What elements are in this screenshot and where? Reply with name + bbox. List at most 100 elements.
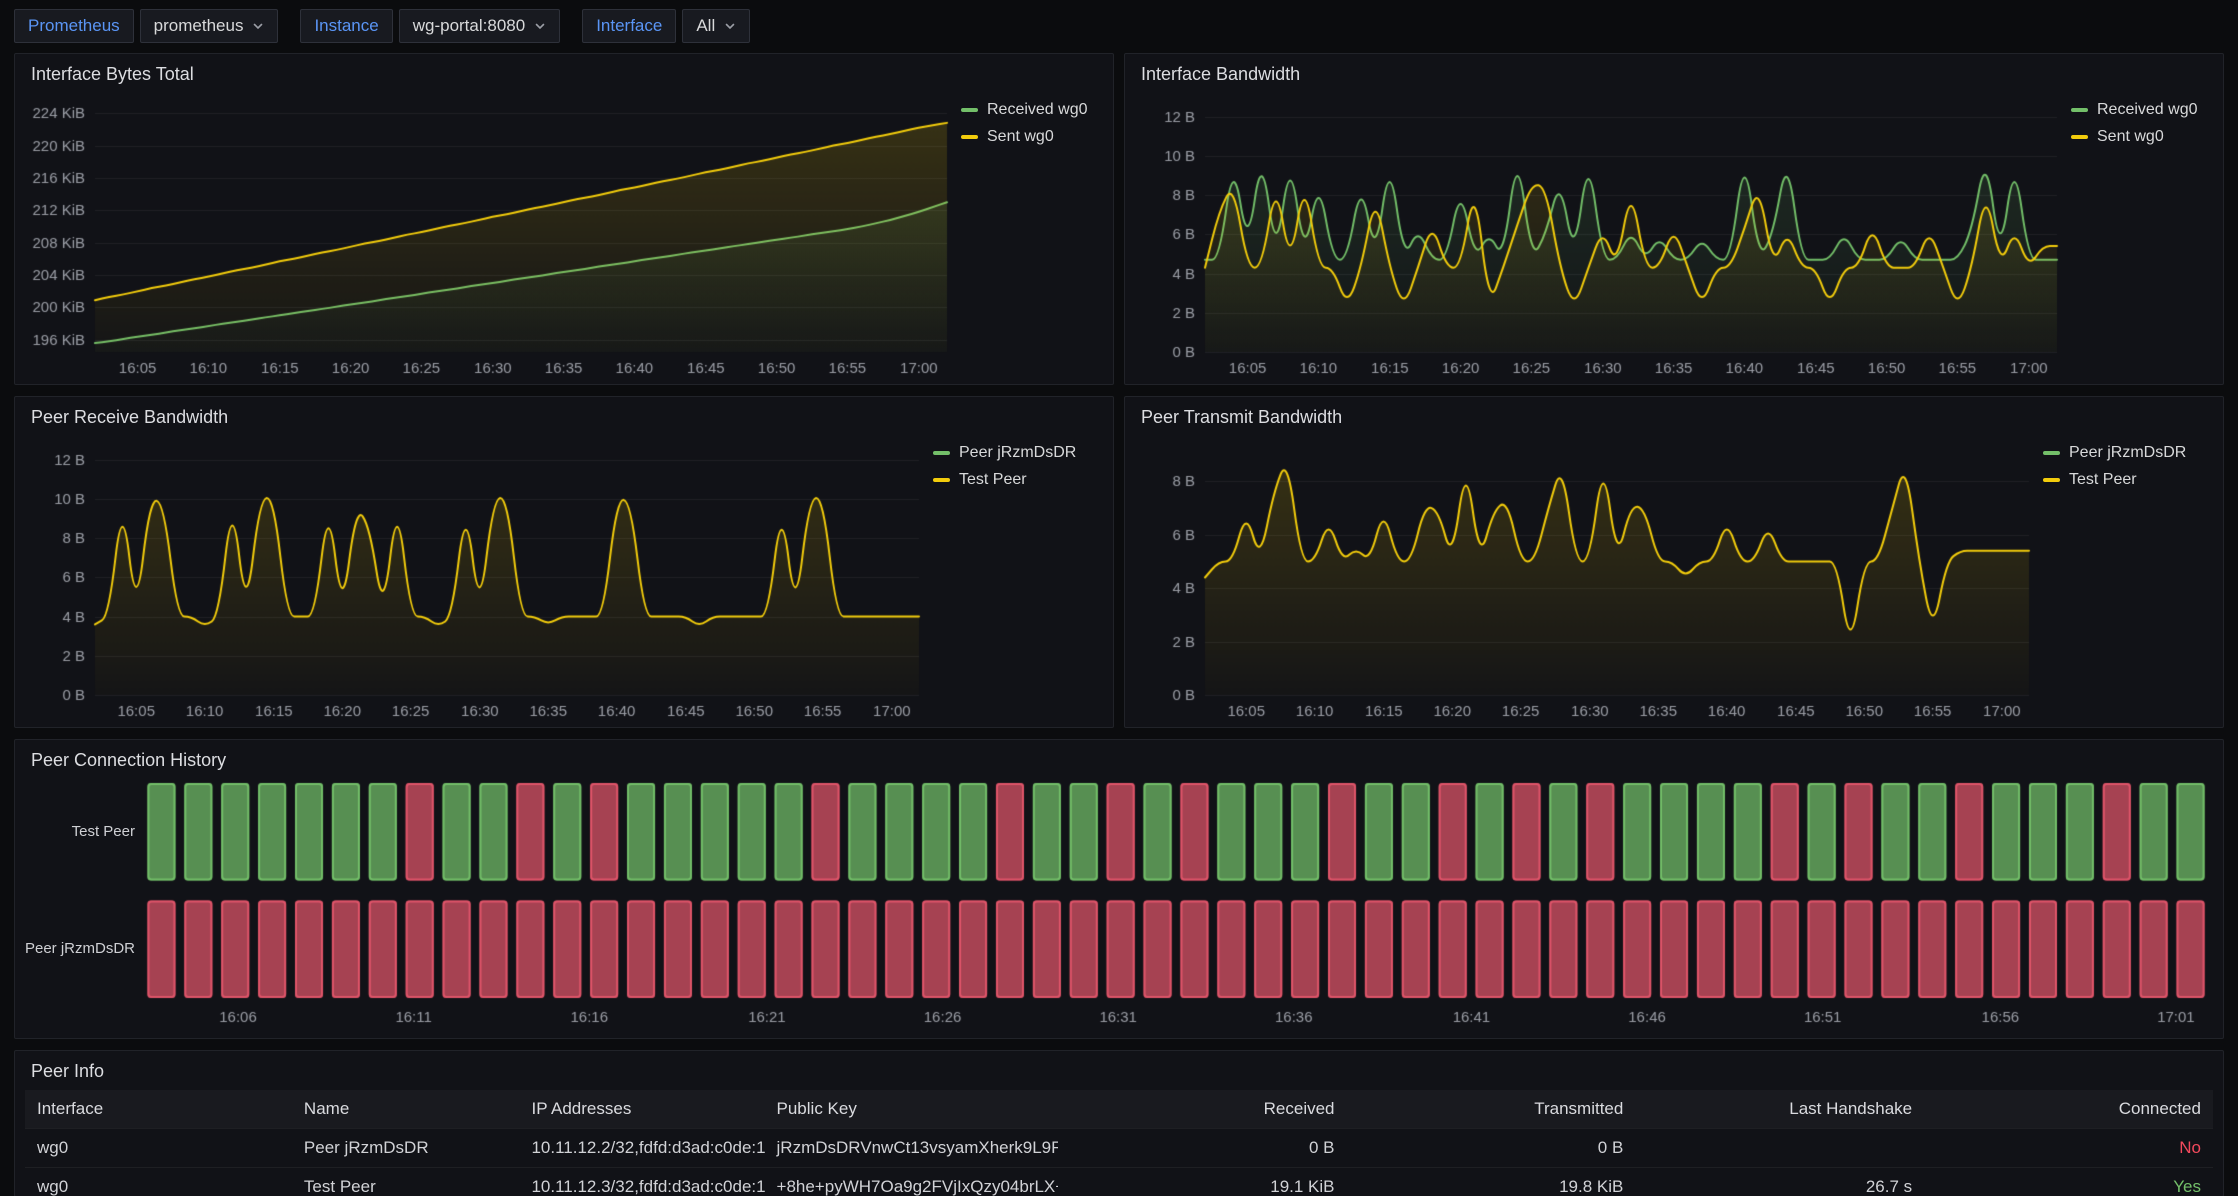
panel-body: Test Peer Peer jRzmDsDR [15, 773, 2223, 1038]
table-cell: 0 B [1347, 1129, 1636, 1167]
chevron-down-icon [724, 20, 736, 32]
legend-label: Sent wg0 [987, 128, 1054, 146]
timeline-row-label: Test Peer [23, 823, 135, 840]
legend-item[interactable]: Peer jRzmDsDR [2043, 444, 2213, 462]
panel-peer-receive-bandwidth: Peer Receive Bandwidth Peer jRzmDsDR Test… [14, 396, 1114, 728]
panel-title[interactable]: Peer Connection History [15, 740, 2223, 773]
variable-value: prometheus [154, 16, 244, 36]
panel-title[interactable]: Peer Info [15, 1051, 2223, 1084]
variable-value: All [696, 16, 715, 36]
table-cell: 19.8 KiB [1347, 1168, 1636, 1196]
table-cell: wg0 [25, 1168, 292, 1196]
panel-row-4: Peer Info InterfaceNameIP AddressesPubli… [0, 1050, 2238, 1196]
legend-label: Received wg0 [987, 101, 1088, 119]
legend-item[interactable]: Sent wg0 [2071, 128, 2213, 146]
series-color-swatch [961, 135, 978, 139]
grafana-dashboard: Prometheus prometheus Instance wg-portal:80… [0, 9, 2238, 1196]
column-header[interactable]: Last Handshake [1635, 1090, 1924, 1128]
panel-body: Peer jRzmDsDR Test Peer [15, 430, 1113, 727]
peer-info-table: InterfaceNameIP AddressesPublic KeyRecei… [25, 1090, 2213, 1196]
panel-row-3: Peer Connection History Test Peer Peer jR… [0, 739, 2238, 1039]
panel-title[interactable]: Peer Transmit Bandwidth [1125, 397, 2223, 430]
toolbar: Prometheus prometheus Instance wg-portal:80… [14, 9, 2224, 43]
variable-label-button[interactable]: Prometheus [14, 9, 134, 43]
time-series-chart[interactable] [21, 430, 927, 725]
panel-body: Peer jRzmDsDR Test Peer [1125, 430, 2223, 727]
table-cell: 0 B [1058, 1129, 1347, 1167]
panel-body: Received wg0 Sent wg0 [1125, 87, 2223, 384]
table-cell [1635, 1139, 1924, 1157]
table-cell: wg0 [25, 1129, 292, 1167]
table-cell: Peer jRzmDsDR [292, 1129, 520, 1167]
variable-value-dropdown[interactable]: prometheus [140, 9, 279, 43]
series-color-swatch [2071, 135, 2088, 139]
column-header[interactable]: Transmitted [1347, 1090, 1636, 1128]
column-header[interactable]: IP Addresses [519, 1090, 764, 1128]
table-row[interactable]: wg0Peer jRzmDsDR10.11.12.2/32,fdfd:d3ad:… [25, 1128, 2213, 1167]
variable-label-button[interactable]: Interface [582, 9, 676, 43]
state-timeline-chart[interactable] [143, 773, 2217, 1036]
connected-status-cell: No [1924, 1129, 2213, 1167]
panel-interface-bandwidth: Interface Bandwidth Received wg0 Sent wg0 [1124, 53, 2224, 385]
panel-peer-connection-history: Peer Connection History Test Peer Peer jR… [14, 739, 2224, 1039]
column-header[interactable]: Connected [1924, 1090, 2213, 1128]
table-cell: 10.11.12.3/32,fdfd:d3ad:c0de:1234::2/128 [519, 1168, 764, 1196]
variable-value-dropdown[interactable]: All [682, 9, 750, 43]
legend: Received wg0 Sent wg0 [955, 87, 1107, 382]
series-color-swatch [2071, 108, 2088, 112]
legend-item[interactable]: Test Peer [2043, 471, 2213, 489]
variable-value: wg-portal:8080 [413, 16, 525, 36]
time-series-chart[interactable] [21, 87, 955, 382]
legend-item[interactable]: Received wg0 [2071, 101, 2213, 119]
table-cell: jRzmDsDRVnwCt13vsyamXherk9L9RhR [765, 1129, 1058, 1167]
panel-interface-bytes-total: Interface Bytes Total Received wg0 Sent w… [14, 53, 1114, 385]
table-cell: 19.1 KiB [1058, 1168, 1347, 1196]
table-cell: +8he+pyWH7Oa9g2FVjIxQzy04brLX+D [765, 1168, 1058, 1196]
variable-value-dropdown[interactable]: wg-portal:8080 [399, 9, 560, 43]
legend: Peer jRzmDsDR Test Peer [2037, 430, 2217, 725]
chevron-down-icon [534, 20, 546, 32]
timeline-row-label: Peer jRzmDsDR [23, 940, 135, 957]
panel-title[interactable]: Peer Receive Bandwidth [15, 397, 1113, 430]
panel-row-1: Interface Bytes Total Received wg0 Sent w… [0, 53, 2238, 385]
table-cell: Test Peer [292, 1168, 520, 1196]
series-color-swatch [961, 108, 978, 112]
table-header-row: InterfaceNameIP AddressesPublic KeyRecei… [25, 1090, 2213, 1128]
time-series-chart[interactable] [1131, 87, 2065, 382]
panel-title[interactable]: Interface Bandwidth [1125, 54, 2223, 87]
legend-label: Peer jRzmDsDR [2069, 444, 2186, 462]
legend-label: Peer jRzmDsDR [959, 444, 1076, 462]
chevron-down-icon [252, 20, 264, 32]
legend-item[interactable]: Test Peer [933, 471, 1103, 489]
legend-item[interactable]: Sent wg0 [961, 128, 1103, 146]
legend: Peer jRzmDsDR Test Peer [927, 430, 1107, 725]
column-header[interactable]: Received [1058, 1090, 1347, 1128]
series-color-swatch [2043, 478, 2060, 482]
legend-label: Test Peer [2069, 471, 2137, 489]
column-header[interactable]: Interface [25, 1090, 292, 1128]
table-body: wg0Peer jRzmDsDR10.11.12.2/32,fdfd:d3ad:… [25, 1128, 2213, 1196]
panel-row-2: Peer Receive Bandwidth Peer jRzmDsDR Test… [0, 396, 2238, 728]
legend-label: Sent wg0 [2097, 128, 2164, 146]
table-cell: 10.11.12.2/32,fdfd:d3ad:c0de:1234::1/128 [519, 1129, 764, 1167]
connected-status-cell: Yes [1924, 1168, 2213, 1196]
legend-label: Test Peer [959, 471, 1027, 489]
series-color-swatch [933, 478, 950, 482]
panel-body: Received wg0 Sent wg0 [15, 87, 1113, 384]
legend-item[interactable]: Received wg0 [961, 101, 1103, 119]
column-header[interactable]: Public Key [765, 1090, 1058, 1128]
timeline-row-labels: Test Peer Peer jRzmDsDR [21, 773, 143, 1036]
variable-group: Prometheus prometheus [14, 9, 278, 43]
legend-item[interactable]: Peer jRzmDsDR [933, 444, 1103, 462]
variable-label-button[interactable]: Instance [300, 9, 392, 43]
series-color-swatch [2043, 451, 2060, 455]
legend: Received wg0 Sent wg0 [2065, 87, 2217, 382]
column-header[interactable]: Name [292, 1090, 520, 1128]
variable-group: Interface All [582, 9, 750, 43]
panel-peer-transmit-bandwidth: Peer Transmit Bandwidth Peer jRzmDsDR Tes… [1124, 396, 2224, 728]
time-series-chart[interactable] [1131, 430, 2037, 725]
table-row[interactable]: wg0Test Peer10.11.12.3/32,fdfd:d3ad:c0de… [25, 1167, 2213, 1196]
table-cell: 26.7 s [1635, 1168, 1924, 1196]
variable-group: Instance wg-portal:8080 [300, 9, 560, 43]
panel-title[interactable]: Interface Bytes Total [15, 54, 1113, 87]
